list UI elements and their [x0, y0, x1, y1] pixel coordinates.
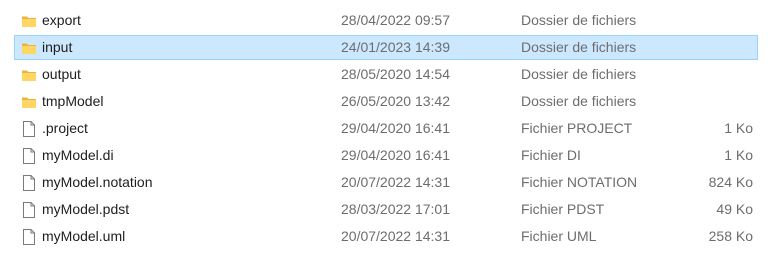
folder-icon — [20, 39, 38, 57]
file-type: Fichier NOTATION — [521, 174, 638, 190]
file-type: Dossier de fichiers — [521, 93, 637, 109]
file-type: Fichier PROJECT — [521, 120, 633, 136]
file-list: export 28/04/2022 09:57 Dossier de fichier… — [0, 0, 775, 259]
folder-row[interactable]: output 28/05/2020 14:54 Dossier de fichier… — [14, 62, 758, 87]
modified-date: 20/07/2022 14:31 — [341, 174, 450, 190]
modified-date: 29/04/2020 16:41 — [341, 120, 450, 136]
file-type: Fichier UML — [521, 228, 597, 244]
file-type: Dossier de fichiers — [521, 66, 637, 82]
file-name: myModel.di — [42, 147, 114, 163]
file-size: 824 Ko — [708, 174, 753, 190]
folder-icon — [20, 93, 38, 111]
folder-icon — [20, 12, 38, 30]
file-size: 258 Ko — [708, 228, 753, 244]
file-icon — [20, 201, 38, 219]
file-name: export — [42, 12, 81, 28]
folder-row[interactable]: export 28/04/2022 09:57 Dossier de fichier… — [14, 8, 758, 33]
file-name: input — [42, 39, 73, 55]
file-type: Dossier de fichiers — [521, 12, 637, 28]
file-size: 1 Ko — [724, 147, 753, 163]
modified-date: 28/04/2022 09:57 — [341, 12, 450, 28]
file-icon — [20, 147, 38, 165]
folder-row[interactable]: input 24/01/2023 14:39 Dossier de fichiers — [14, 35, 758, 60]
file-name: output — [42, 66, 81, 82]
modified-date: 29/04/2020 16:41 — [341, 147, 450, 163]
folder-row[interactable]: tmpModel 26/05/2020 13:42 Dossier de fichi… — [14, 89, 758, 114]
modified-date: 24/01/2023 14:39 — [341, 39, 450, 55]
file-icon — [20, 120, 38, 138]
file-type: Fichier PDST — [521, 201, 605, 217]
file-size: 1 Ko — [724, 120, 753, 136]
file-type: Dossier de fichiers — [521, 39, 637, 55]
file-name: tmpModel — [42, 93, 104, 109]
file-row[interactable]: myModel.uml 20/07/2022 14:31 Fichier UML 25… — [14, 224, 758, 249]
modified-date: 28/03/2022 17:01 — [341, 201, 450, 217]
file-type: Fichier DI — [521, 147, 581, 163]
file-name: myModel.pdst — [42, 201, 130, 217]
file-size: 49 Ko — [716, 201, 753, 217]
file-name: .project — [42, 120, 88, 136]
file-row[interactable]: myModel.di 29/04/2020 16:41 Fichier DI 1 Ko — [14, 143, 758, 168]
file-name: myModel.notation — [42, 174, 153, 190]
file-row[interactable]: myModel.notation 20/07/2022 14:31 Fichier … — [14, 170, 758, 195]
folder-icon — [20, 66, 38, 84]
file-name: myModel.uml — [42, 228, 126, 244]
modified-date: 20/07/2022 14:31 — [341, 228, 450, 244]
file-icon — [20, 228, 38, 246]
file-row[interactable]: myModel.pdst 28/03/2022 17:01 Fichier PDST… — [14, 197, 758, 222]
file-row[interactable]: .project 29/04/2020 16:41 Fichier PROJECT 1… — [14, 116, 758, 141]
modified-date: 28/05/2020 14:54 — [341, 66, 450, 82]
modified-date: 26/05/2020 13:42 — [341, 93, 450, 109]
file-icon — [20, 174, 38, 192]
